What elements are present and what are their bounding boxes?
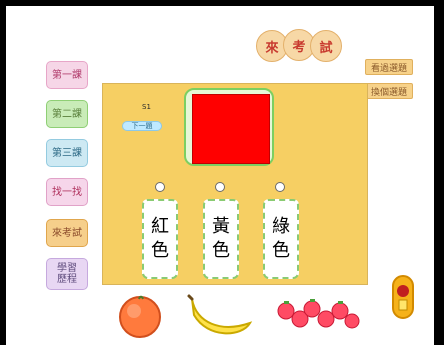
- sidebar-item-lesson-2[interactable]: 第二課: [46, 100, 88, 128]
- color-swatch-frame: [184, 88, 274, 166]
- sidebar-item-label: 學習 歷程: [57, 263, 77, 285]
- answer-radio-1[interactable]: [155, 182, 165, 192]
- strawberries-icon[interactable]: [276, 297, 362, 337]
- orange-icon[interactable]: [116, 293, 164, 339]
- answer-card-yellow[interactable]: 黃 色: [203, 199, 239, 279]
- speaker-icon[interactable]: [392, 275, 414, 319]
- answer-card-line-1: 紅: [151, 216, 169, 237]
- sidebar-item-label-line-2: 歷程: [57, 274, 77, 285]
- question-counter: S1: [142, 103, 151, 111]
- sidebar-item-quiz[interactable]: 來考試: [46, 219, 88, 247]
- sidebar-item-find[interactable]: 找一找: [46, 178, 88, 206]
- sidebar-item-lesson-3[interactable]: 第三課: [46, 139, 88, 167]
- next-question-button[interactable]: 下一題: [122, 121, 162, 131]
- sidebar-item-learning-record[interactable]: 學習 歷程: [46, 258, 88, 290]
- answer-card-line-1: 黃: [212, 216, 230, 237]
- title-char-3: 試: [310, 30, 342, 62]
- banana-icon[interactable]: [186, 293, 256, 339]
- app-frame: 來 考 試 第一課 第二課 第三課 找一找 來考試 學習 歷程 看過選題 換個選…: [0, 0, 444, 345]
- sidebar-item-label: 第二課: [52, 108, 82, 120]
- answer-card-line-2: 色: [272, 240, 290, 261]
- sidebar-item-label: 第一課: [52, 69, 82, 81]
- answer-card-line-1: 綠: [272, 216, 290, 237]
- answer-card-red[interactable]: 紅 色: [142, 199, 178, 279]
- answer-radio-3[interactable]: [275, 182, 285, 192]
- answer-radio-2[interactable]: [215, 182, 225, 192]
- color-swatch: [192, 94, 270, 164]
- sidebar-item-label-line-1: 學習: [57, 263, 77, 274]
- review-selection-button[interactable]: 看過選題: [365, 59, 413, 75]
- sidebar-item-label: 來考試: [52, 227, 82, 239]
- sidebar-item-lesson-1[interactable]: 第一課: [46, 61, 88, 89]
- answer-card-line-2: 色: [151, 240, 169, 261]
- answer-card-green[interactable]: 綠 色: [263, 199, 299, 279]
- quiz-title: 來 考 試: [256, 28, 342, 62]
- answer-card-line-2: 色: [212, 240, 230, 261]
- sidebar-item-label: 第三課: [52, 147, 82, 159]
- next-selection-button[interactable]: 換個選題: [365, 83, 413, 99]
- sidebar-item-label: 找一找: [52, 186, 82, 198]
